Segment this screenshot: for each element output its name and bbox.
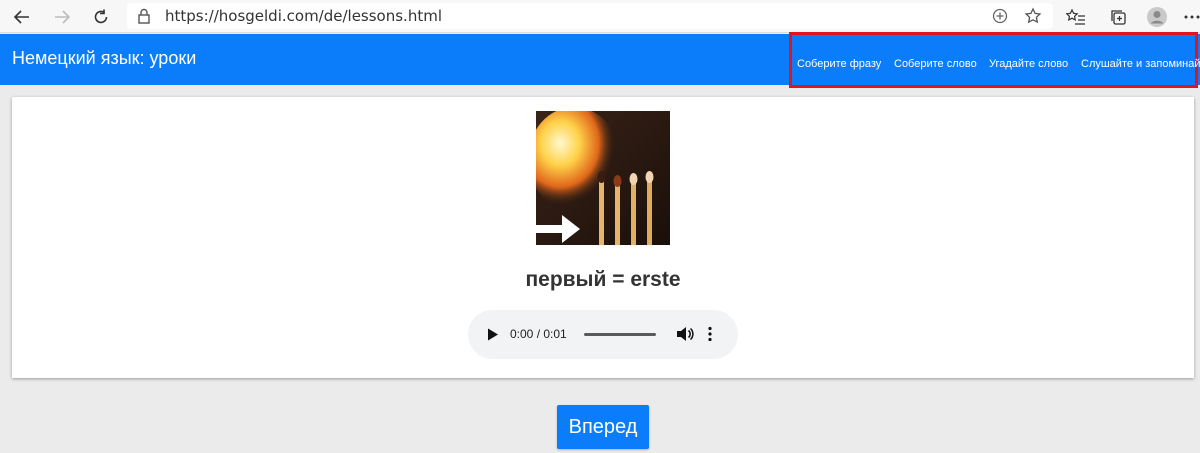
browser-toolbar: https://hosgeldi.com/de/lessons.html	[0, 0, 1200, 33]
more-menu-icon[interactable]	[1180, 5, 1200, 29]
nav-link-collect-phrase[interactable]: Соберите фразу	[797, 58, 881, 70]
address-bar[interactable]: https://hosgeldi.com/de/lessons.html	[127, 3, 1053, 29]
favorite-star-icon[interactable]	[1024, 7, 1042, 30]
audio-player[interactable]: 0:00 / 0:01	[468, 310, 738, 359]
lock-icon	[137, 8, 151, 29]
forward-arrow-icon[interactable]	[50, 5, 74, 29]
collections-icon[interactable]	[1106, 5, 1130, 29]
site-title[interactable]: Немецкий язык: уроки	[12, 48, 196, 69]
audio-progress-slider[interactable]	[584, 333, 656, 336]
audio-time: 0:00 / 0:01	[510, 327, 567, 341]
next-button[interactable]: Вперед	[557, 405, 649, 449]
burning-matches-image	[536, 111, 670, 245]
audio-more-icon[interactable]	[708, 326, 712, 347]
back-arrow-icon[interactable]	[10, 5, 34, 29]
header-nav-highlight: Соберите фразу Соберите слово Угадайте с…	[789, 32, 1200, 88]
nav-link-listen-remember[interactable]: Слушайте и запоминай	[1081, 58, 1200, 70]
nav-link-guess-word[interactable]: Угадайте слово	[989, 58, 1068, 70]
nav-link-collect-word[interactable]: Соберите слово	[894, 58, 977, 70]
add-tab-icon[interactable]	[991, 7, 1009, 30]
favorites-list-icon[interactable]	[1064, 5, 1088, 29]
profile-avatar-icon[interactable]	[1145, 5, 1169, 29]
play-icon[interactable]	[487, 328, 499, 346]
volume-icon[interactable]	[676, 326, 694, 347]
lesson-word: первый = erste	[525, 268, 681, 291]
reload-icon[interactable]	[89, 5, 113, 29]
url-text[interactable]: https://hosgeldi.com/de/lessons.html	[165, 7, 442, 25]
